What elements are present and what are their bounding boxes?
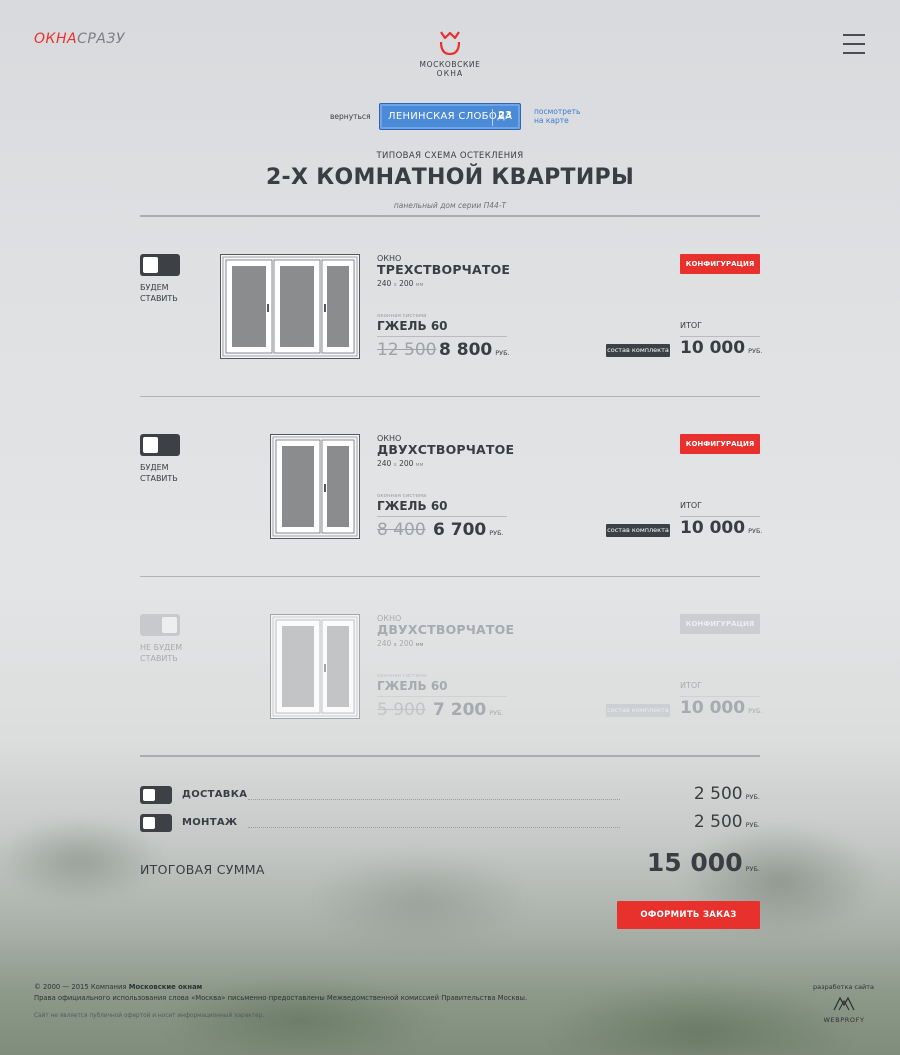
grand-total: ИТОГОВАЯ СУММА 15 000 РУБ. — [140, 848, 760, 878]
install-toggle-label: БУДЕМ СТАВИТЬ — [140, 463, 178, 483]
view-on-map-link[interactable]: посмотреть на карте — [534, 107, 580, 125]
system-name: ГЖЕЛЬ 60 — [377, 499, 448, 513]
item-name: ДВУХСТВОРЧАТОЕ — [377, 442, 515, 457]
metro-station-name: ЛЕНИНСКАЯ СЛОБОДА — [388, 111, 513, 122]
brand-logo[interactable]: МОСКОВСКИЕ ОКНА — [400, 30, 500, 78]
total-label: ИТОГ — [680, 501, 703, 510]
item-size: 240 x 200 мм — [377, 459, 424, 468]
system-name: ГЖЕЛЬ 60 — [377, 679, 448, 693]
configuration-button[interactable]: КОНФИГУРАЦИЯ — [680, 254, 760, 274]
item-name: ТРЕХСТВОРЧАТОЕ — [377, 262, 511, 277]
kit-contents-button[interactable]: состав комплекта — [606, 524, 670, 537]
old-price: 5 900 — [377, 700, 426, 720]
service-installation: МОНТАЖ 2 500 РУБ. — [140, 812, 760, 834]
three-sash-window-icon[interactable] — [220, 254, 360, 359]
item-total: 10 000 РУБ. — [680, 518, 763, 538]
location-bar: вернуться ЛЕНИНСКАЯ СЛОБОДА 23 посмотрет… — [0, 103, 900, 130]
item-size: 240 x 200 мм — [377, 639, 424, 648]
install-toggle[interactable] — [140, 434, 180, 456]
install-toggle[interactable] — [140, 254, 180, 276]
divider — [680, 516, 760, 517]
system-name: ГЖЕЛЬ 60 — [377, 319, 448, 333]
grand-total-value: 15 000 РУБ. — [646, 848, 760, 877]
page-subtitle: панельный дом серии П44-Т — [393, 201, 507, 210]
place-order-button[interactable]: ОФОРМИТЬ ЗАКАЗ — [617, 901, 760, 929]
footer-copyright: © 2000 — 2015 Компания Московские окнам — [34, 983, 203, 991]
page-title: 2-Х КОМНАТНОЙ КВАРТИРЫ — [265, 165, 635, 190]
divider — [140, 396, 760, 397]
background-city-blur — [0, 720, 900, 1055]
divider — [680, 696, 760, 697]
developer-name: WEBPROFY — [823, 1016, 865, 1024]
kit-contents-button[interactable]: состав комплекта — [606, 344, 670, 357]
service-delivery: ДОСТАВКА 2 500 РУБ. — [140, 784, 760, 806]
brand-emblem-icon — [439, 31, 461, 56]
new-price: 8 800 РУБ. — [439, 340, 510, 360]
footer-rights: Права официального использования слова «… — [34, 994, 528, 1002]
window-item-3: НЕ БУДЕМ СТАВИТЬ ОКНО ДВУХСТВОРЧАТОЕ 240 … — [140, 614, 763, 754]
configuration-button[interactable]: КОНФИГУРАЦИЯ — [680, 614, 760, 634]
service-label: МОНТАЖ — [182, 817, 238, 828]
item-name: ДВУХСТВОРЧАТОЕ — [377, 622, 515, 637]
delivery-toggle[interactable] — [140, 786, 172, 804]
divider — [377, 696, 507, 697]
new-price: 7 200 РУБ. — [433, 700, 504, 720]
back-link[interactable]: вернуться — [330, 112, 371, 121]
map-link-line-1: посмотреть — [534, 107, 581, 116]
total-label: ИТОГ — [680, 681, 703, 690]
old-price: 12 500 — [377, 340, 437, 360]
company-link[interactable]: Московские окнам — [129, 983, 203, 991]
brand-line-1: МОСКОВСКИЕ — [419, 60, 481, 69]
developer-label: разработка сайта — [813, 983, 874, 991]
grand-total-label: ИТОГОВАЯ СУММА — [140, 862, 265, 877]
dotted-leader — [248, 799, 620, 800]
install-toggle[interactable] — [140, 614, 180, 636]
two-sash-window-icon[interactable] — [270, 614, 360, 719]
dotted-leader — [248, 827, 620, 828]
kit-contents-button[interactable]: состав комплекта — [606, 704, 670, 717]
install-toggle-label: БУДЕМ СТАВИТЬ — [140, 283, 178, 303]
installation-toggle[interactable] — [140, 814, 172, 832]
hamburger-icon[interactable] — [843, 34, 865, 54]
item-total: 10 000 РУБ. — [680, 698, 763, 718]
service-price: 2 500 РУБ. — [693, 784, 760, 804]
divider — [377, 336, 507, 337]
window-item-1: БУДЕМ СТАВИТЬ ОКНО ТРЕХСТВОРЧАТОЕ 240 x 2… — [140, 254, 763, 394]
logo-oknasrazu[interactable]: ОКНАСРАЗУ — [34, 31, 125, 47]
page-kicker: ТИПОВАЯ СХЕМА ОСТЕКЛЕНИЯ — [376, 151, 524, 161]
brand-line-2: ОКНА — [436, 69, 464, 78]
metro-station-badge[interactable]: ЛЕНИНСКАЯ СЛОБОДА 23 — [379, 103, 521, 130]
metro-divider — [492, 109, 493, 126]
service-label: ДОСТАВКА — [182, 789, 248, 800]
map-link-line-2: на карте — [534, 116, 569, 125]
window-item-2: БУДЕМ СТАВИТЬ ОКНО ДВУХСТВОРЧАТОЕ 240 x 2… — [140, 434, 763, 574]
divider — [140, 755, 760, 757]
divider — [680, 336, 760, 337]
item-total: 10 000 РУБ. — [680, 338, 763, 358]
two-sash-window-icon[interactable] — [270, 434, 360, 539]
install-toggle-label: НЕ БУДЕМ СТАВИТЬ — [140, 643, 183, 663]
configuration-button[interactable]: КОНФИГУРАЦИЯ — [680, 434, 760, 454]
divider — [140, 215, 760, 217]
old-price: 8 400 — [377, 520, 426, 540]
service-price: 2 500 РУБ. — [693, 812, 760, 832]
webprofy-logo[interactable]: WEBPROFY — [822, 995, 866, 1024]
divider — [140, 576, 760, 577]
new-price: 6 700 РУБ. — [433, 520, 504, 540]
logo-part-grey: СРАЗУ — [77, 31, 125, 47]
divider — [377, 516, 507, 517]
item-size: 240 x 200 мм — [377, 279, 424, 288]
total-label: ИТОГ — [680, 321, 703, 330]
logo-part-red: ОКНА — [34, 31, 78, 47]
webprofy-emblem-icon — [833, 996, 855, 1011]
footer-disclaimer: Сайт не является публичной офертой и нос… — [34, 1013, 265, 1019]
metro-station-number: 23 — [498, 110, 512, 121]
